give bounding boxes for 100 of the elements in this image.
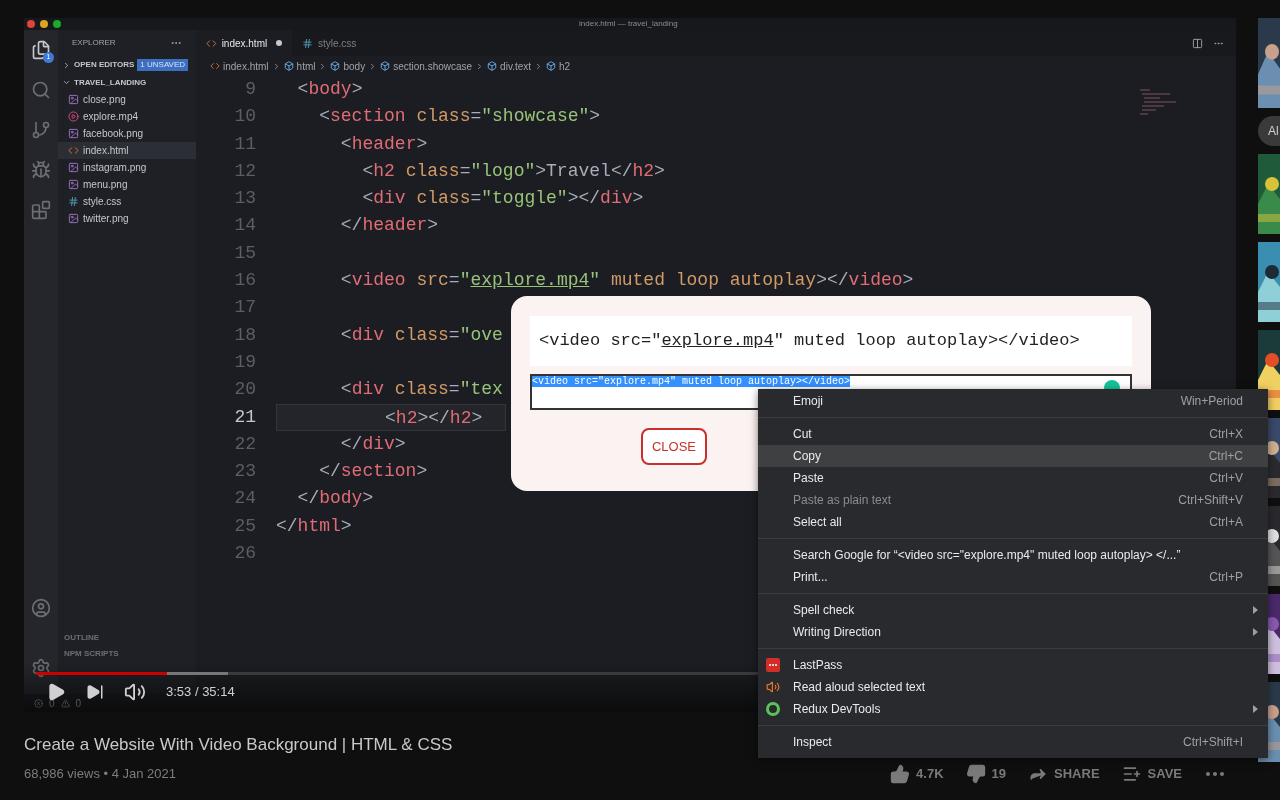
time-display: 3:53 / 35:14 bbox=[166, 683, 235, 702]
file-item[interactable]: instagram.png bbox=[58, 159, 196, 176]
image-file-icon bbox=[68, 162, 79, 173]
code-line: </div> bbox=[339, 432, 406, 456]
code-line: <section class="showcase"> bbox=[318, 105, 601, 129]
account-icon[interactable] bbox=[31, 598, 51, 618]
cube-icon bbox=[283, 61, 294, 71]
search-icon[interactable] bbox=[31, 80, 51, 100]
close-window-icon[interactable] bbox=[27, 20, 35, 28]
menu-item[interactable]: Copy Ctrl+C bbox=[758, 445, 1268, 467]
blocks-icon[interactable] bbox=[31, 200, 51, 220]
bug-icon[interactable] bbox=[31, 160, 51, 180]
code-line: <div class="toggle"></div> bbox=[361, 187, 644, 211]
minimize-window-icon[interactable] bbox=[40, 20, 48, 28]
submenu-arrow-icon bbox=[1253, 705, 1258, 713]
chevron-icon[interactable] bbox=[62, 60, 71, 70]
line-number: 10 bbox=[233, 105, 256, 129]
thumbs-down-icon bbox=[965, 764, 986, 784]
line-number: 18 bbox=[233, 323, 256, 347]
breadcrumb-item[interactable]: html bbox=[296, 58, 316, 74]
code-line: </header> bbox=[339, 214, 439, 238]
line-number: 23 bbox=[233, 460, 256, 484]
unsaved-badge: 1 UNSAVED bbox=[137, 59, 189, 71]
line-number: 12 bbox=[233, 159, 256, 183]
line-number: 15 bbox=[233, 241, 256, 265]
line-number: 25 bbox=[233, 514, 256, 538]
window-title: index.html — travel_landing bbox=[579, 20, 678, 28]
line-number: 22 bbox=[233, 432, 256, 456]
file-item[interactable]: index.html bbox=[58, 142, 196, 159]
section-header[interactable]: OPEN EDITORS bbox=[74, 59, 135, 71]
menu-item[interactable]: Spell check bbox=[758, 599, 1268, 621]
add-to-list-icon bbox=[1121, 764, 1142, 784]
cube-icon bbox=[330, 61, 341, 71]
image-file-icon bbox=[68, 213, 79, 224]
code-line: <h2 class="logo">Travel</h2> bbox=[361, 159, 665, 183]
breadcrumb-item[interactable]: h2 bbox=[559, 58, 571, 74]
chevron-icon[interactable] bbox=[62, 78, 71, 87]
code-line: </html> bbox=[276, 514, 352, 538]
image-file-icon bbox=[68, 179, 79, 190]
thumbs-up-icon bbox=[890, 764, 911, 784]
next-icon[interactable] bbox=[86, 683, 104, 701]
warning-count: 0 bbox=[75, 696, 82, 711]
menu-item[interactable]: Redux DevTools bbox=[758, 698, 1268, 720]
code-line: <header> bbox=[339, 132, 428, 156]
menu-item[interactable]: Writing Direction bbox=[758, 621, 1268, 643]
code-line: <div class="ove bbox=[339, 323, 503, 347]
line-number: 21 bbox=[233, 405, 256, 429]
close-button[interactable]: CLOSE bbox=[641, 428, 707, 465]
html-file-icon bbox=[206, 37, 217, 49]
more-icon bbox=[1204, 772, 1226, 776]
menu-item[interactable]: Read aloud selected text bbox=[758, 676, 1268, 698]
menu-item[interactable]: Print... Ctrl+P bbox=[758, 566, 1268, 588]
submenu-arrow-icon bbox=[1253, 606, 1258, 614]
action-button[interactable]: SHARE bbox=[1028, 764, 1100, 784]
breadcrumb-item[interactable]: index.html bbox=[223, 58, 269, 74]
line-number: 19 bbox=[233, 350, 256, 374]
folder-header[interactable]: TRAVEL_LANDING bbox=[74, 76, 147, 89]
more-button[interactable] bbox=[1204, 772, 1226, 776]
video-file-icon bbox=[68, 111, 79, 122]
breadcrumb-item[interactable]: div.text bbox=[500, 58, 532, 74]
volume-icon[interactable] bbox=[124, 681, 146, 703]
menu-item[interactable]: Paste Ctrl+V bbox=[758, 467, 1268, 489]
editor-tab[interactable]: index.html bbox=[196, 30, 292, 56]
file-item[interactable]: close.png bbox=[58, 91, 196, 108]
menu-item[interactable]: Search Google for “<video src="explore.mp4" muted loop autoplay> </...” bbox=[758, 544, 1268, 566]
split-editor-icon[interactable] bbox=[1192, 37, 1203, 49]
dots-icon bbox=[766, 658, 780, 672]
branch-icon[interactable] bbox=[31, 120, 51, 140]
speaker-icon bbox=[766, 680, 780, 694]
file-item[interactable]: style.css bbox=[58, 193, 196, 210]
line-number: 24 bbox=[233, 487, 256, 511]
code-line: </body> bbox=[296, 487, 374, 511]
line-number: 20 bbox=[233, 378, 256, 402]
editor-tab[interactable]: style.css bbox=[292, 30, 388, 56]
html-file-icon bbox=[210, 61, 220, 71]
file-item[interactable]: twitter.png bbox=[58, 210, 196, 227]
files-icon[interactable] bbox=[31, 40, 51, 60]
action-button[interactable]: 4.7K bbox=[890, 764, 944, 784]
css-file-icon bbox=[302, 37, 313, 49]
file-item[interactable]: menu.png bbox=[58, 176, 196, 193]
breadcrumb-item[interactable]: body bbox=[343, 58, 366, 74]
file-item[interactable]: facebook.png bbox=[58, 125, 196, 142]
submenu-arrow-icon bbox=[1253, 628, 1258, 636]
menu-item[interactable]: LastPass bbox=[758, 654, 1268, 676]
menu-item[interactable]: Select all Ctrl+A bbox=[758, 511, 1268, 533]
menu-item[interactable]: Inspect Ctrl+Shift+I bbox=[758, 731, 1268, 753]
code-line: </section> bbox=[318, 460, 428, 484]
code-preview: <video src="explore.mp4" muted loop autoplay></video> bbox=[530, 316, 1132, 366]
action-button[interactable]: 19 bbox=[965, 764, 1007, 784]
menu-item[interactable]: Cut Ctrl+X bbox=[758, 423, 1268, 445]
breadcrumb-item[interactable]: section.showcase bbox=[393, 58, 473, 74]
video-title: Create a Website With Video Background | HTML & CSS bbox=[24, 734, 453, 756]
action-button[interactable]: SAVE bbox=[1121, 764, 1182, 784]
file-item[interactable]: explore.mp4 bbox=[58, 108, 196, 125]
line-number: 14 bbox=[233, 214, 256, 238]
cube-icon bbox=[546, 61, 557, 71]
filter-chip[interactable]: Al bbox=[1258, 116, 1280, 146]
line-number: 16 bbox=[233, 269, 256, 293]
menu-item[interactable]: Emoji Win+Period bbox=[758, 390, 1268, 412]
maximize-window-icon[interactable] bbox=[53, 20, 61, 28]
